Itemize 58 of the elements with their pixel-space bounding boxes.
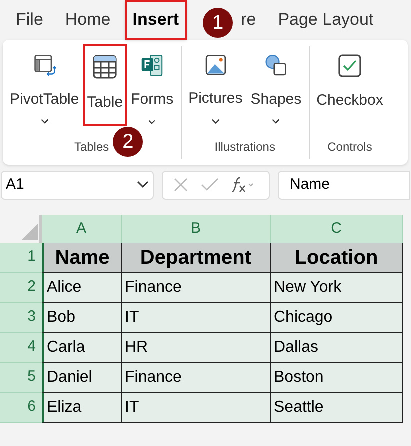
table-cell: Dallas bbox=[271, 333, 403, 363]
formula-text: Name bbox=[290, 174, 330, 195]
ribbon-button[interactable]: Forms bbox=[127, 44, 178, 126]
select-all-icon[interactable] bbox=[22, 224, 38, 240]
chevron-down-icon bbox=[137, 181, 149, 189]
row-header[interactable]: 2 bbox=[0, 273, 42, 303]
table-cell: IT bbox=[122, 393, 271, 423]
table-cell: Boston bbox=[271, 363, 403, 393]
ribbon-button[interactable]: Shapes bbox=[246, 44, 306, 126]
table-cell: HR bbox=[122, 333, 271, 363]
row-header[interactable]: 3 bbox=[0, 303, 42, 333]
check-icon[interactable] bbox=[201, 178, 219, 192]
table-cell: Chicago bbox=[271, 303, 403, 333]
row-header[interactable]: 4 bbox=[0, 333, 42, 363]
close-icon[interactable] bbox=[173, 177, 189, 193]
chevron-down-icon bbox=[271, 119, 282, 124]
chevron-down-icon bbox=[147, 120, 158, 124]
table-cell: Alice bbox=[42, 273, 122, 303]
ribbon-tab[interactable]: re bbox=[233, 0, 264, 40]
row-header[interactable]: 5 bbox=[0, 363, 42, 393]
chevron-down-icon bbox=[210, 118, 221, 124]
cell-reference: A1 bbox=[6, 174, 24, 195]
column-header[interactable]: B bbox=[122, 215, 271, 243]
header-cell: Department bbox=[122, 243, 271, 273]
ribbon-tab[interactable]: Insert bbox=[124, 0, 188, 40]
callout-badge: 2 bbox=[113, 127, 144, 157]
group-label: Illustrations bbox=[214, 140, 276, 154]
name-box[interactable]: A1 bbox=[1, 170, 154, 200]
callout-badge: 1 bbox=[203, 8, 234, 38]
ribbon-button[interactable]: Table bbox=[83, 44, 128, 126]
group-label: Tables bbox=[74, 140, 110, 154]
header-cell: Name bbox=[42, 243, 122, 273]
ribbon-button[interactable]: Checkbox bbox=[312, 44, 388, 126]
ribbon-tab[interactable]: Home bbox=[57, 0, 119, 40]
column-header[interactable]: C bbox=[271, 215, 403, 243]
table-cell: Carla bbox=[42, 333, 122, 363]
ribbon-button[interactable]: PivotTable bbox=[6, 44, 84, 126]
ribbon-tab[interactable]: Page Layout bbox=[270, 0, 382, 40]
ribbon-tab[interactable]: File bbox=[8, 0, 52, 40]
table-icon bbox=[92, 54, 118, 80]
table-cell: Finance bbox=[122, 273, 271, 303]
table-cell: New York bbox=[271, 273, 403, 303]
formula-bar[interactable]: Name bbox=[278, 170, 410, 200]
header-cell: Location bbox=[271, 243, 403, 273]
row-header[interactable]: 1 bbox=[0, 243, 42, 273]
table-cell: Finance bbox=[122, 363, 271, 393]
table-cell: Daniel bbox=[42, 363, 122, 393]
function-icon[interactable] bbox=[231, 177, 255, 193]
table-cell: IT bbox=[122, 303, 271, 333]
checkbox-icon bbox=[338, 54, 362, 78]
chevron-down-icon bbox=[40, 119, 50, 124]
row-header[interactable]: 6 bbox=[0, 393, 42, 423]
table-cell: Eliza bbox=[42, 393, 122, 423]
group-label: Controls bbox=[328, 140, 372, 154]
table-cell: Bob bbox=[42, 303, 122, 333]
ribbon-button[interactable]: Pictures bbox=[184, 44, 247, 126]
column-header[interactable]: A bbox=[42, 215, 122, 243]
table-cell: Seattle bbox=[271, 393, 403, 423]
